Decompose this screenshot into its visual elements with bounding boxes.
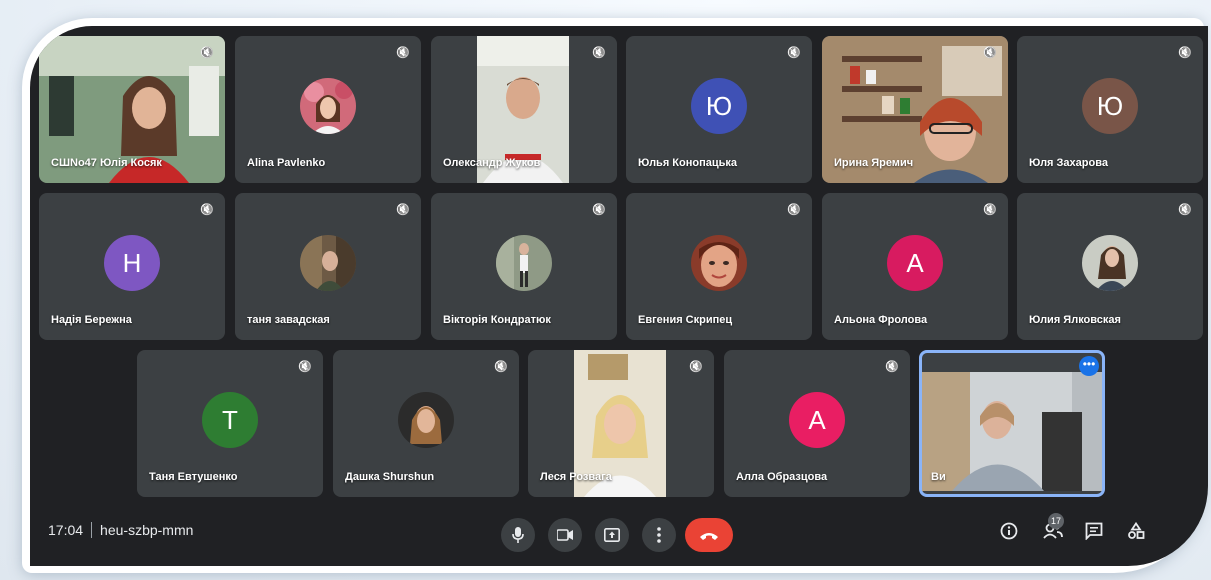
present-screen-icon	[604, 528, 620, 542]
participant-name: Юлья Конопацька	[638, 157, 737, 169]
participant-name: Леся Розвага	[540, 471, 612, 483]
participant-tile[interactable]: таня завадская	[235, 193, 421, 340]
camera-icon	[556, 529, 573, 541]
participant-name: Алла Образцова	[736, 471, 828, 483]
participant-avatar	[398, 392, 454, 448]
participant-avatar	[300, 235, 356, 291]
meeting-code: heu-szbp-mmn	[100, 522, 194, 538]
participant-name: Дашка Shurshun	[345, 471, 435, 483]
muted-mic-icon	[785, 200, 803, 218]
muted-mic-icon	[1176, 200, 1194, 218]
participant-avatar	[1082, 235, 1138, 291]
muted-mic-icon	[883, 357, 901, 375]
participant-tile[interactable]: Вікторія Кондратюк	[431, 193, 617, 340]
participant-count-badge: 17	[1048, 513, 1064, 529]
info-icon	[1000, 522, 1018, 540]
muted-mic-icon	[785, 43, 803, 61]
info-button[interactable]	[1000, 522, 1018, 545]
participant-tile[interactable]: Евгения Скрипец	[626, 193, 812, 340]
muted-mic-icon	[198, 43, 216, 61]
end-call-icon	[700, 533, 718, 540]
participant-tile[interactable]: Олександр Жуков	[431, 36, 617, 183]
muted-mic-icon	[590, 200, 608, 218]
meeting-details: 17:04 heu-szbp-mmn	[48, 522, 193, 538]
activities-icon	[1128, 521, 1145, 539]
participant-initial: Н	[104, 235, 160, 291]
camera-button[interactable]	[548, 518, 582, 552]
participant-name: Вікторія Кондратюк	[443, 314, 551, 326]
participant-name: Надія Бережна	[51, 314, 132, 326]
participant-tile[interactable]: Н Надія Бережна	[39, 193, 225, 340]
participant-tile[interactable]: А Алла Образцова	[724, 350, 910, 497]
muted-mic-icon	[492, 357, 510, 375]
end-call-button[interactable]	[685, 518, 733, 552]
participant-avatar	[496, 235, 552, 291]
muted-mic-icon	[981, 200, 999, 218]
participant-initial: Ю	[691, 78, 747, 134]
participant-tile[interactable]: Ю Юля Захарова	[1017, 36, 1203, 183]
chat-button[interactable]	[1085, 522, 1103, 545]
muted-mic-icon	[394, 200, 412, 218]
participant-name: таня завадская	[247, 314, 330, 326]
muted-mic-icon	[394, 43, 412, 61]
muted-mic-icon	[296, 357, 314, 375]
participant-tile[interactable]: Дашка Shurshun	[333, 350, 519, 497]
participant-tile[interactable]: Ю Юлья Конопацька	[626, 36, 812, 183]
participant-initial: Ю	[1082, 78, 1138, 134]
participant-tile[interactable]: Юлия Ялковская	[1017, 193, 1203, 340]
chat-icon	[1085, 522, 1103, 541]
participant-name: Alina Pavlenko	[247, 157, 326, 169]
microphone-icon	[512, 527, 524, 543]
more-options-icon	[657, 527, 661, 543]
participant-tile[interactable]: Alina Pavlenko	[235, 36, 421, 183]
activities-button[interactable]	[1127, 521, 1145, 545]
more-options-button[interactable]	[642, 518, 676, 552]
divider	[91, 522, 93, 538]
participant-tile[interactable]: Леся Розвага	[528, 350, 714, 497]
meeting-time: 17:04	[48, 522, 84, 538]
muted-mic-icon	[1176, 43, 1194, 61]
present-button[interactable]	[595, 518, 629, 552]
participant-name: Юля Захарова	[1029, 157, 1108, 169]
participant-name: Ви	[931, 471, 946, 483]
participant-name: Евгения Скрипец	[638, 314, 733, 326]
muted-mic-icon	[590, 43, 608, 61]
participant-initial: А	[789, 392, 845, 448]
participant-tile[interactable]: А Альона Фролова	[822, 193, 1008, 340]
self-video	[922, 372, 1102, 491]
participant-initial: Т	[202, 392, 258, 448]
microphone-button[interactable]	[501, 518, 535, 552]
meet-window: СШNo47 Юлія Косяк Alina Pavlenko Олекс	[30, 26, 1208, 566]
participant-name: СШNo47 Юлія Косяк	[51, 157, 162, 169]
participant-tile[interactable]: Ирина Яремич	[822, 36, 1008, 183]
participant-tile[interactable]: СШNo47 Юлія Косяк	[39, 36, 225, 183]
participant-name: Таня Евтушенко	[149, 471, 238, 483]
participant-tile[interactable]: Т Таня Евтушенко	[137, 350, 323, 497]
people-button[interactable]: 17	[1043, 513, 1064, 545]
participant-avatar	[691, 235, 747, 291]
meeting-controls-bar: 17:04 heu-szbp-mmn 17	[30, 502, 1208, 566]
muted-mic-icon	[981, 43, 999, 61]
participant-name: Ирина Яремич	[834, 157, 914, 169]
more-options-icon[interactable]: •••	[1079, 356, 1099, 376]
participant-name: Олександр Жуков	[443, 157, 541, 169]
participant-initial: А	[887, 235, 943, 291]
self-tile[interactable]: ••• Ви	[919, 350, 1105, 497]
muted-mic-icon	[198, 200, 216, 218]
participant-name: Альона Фролова	[834, 314, 928, 326]
muted-mic-icon	[687, 357, 705, 375]
participant-name: Юлия Ялковская	[1029, 314, 1121, 326]
participant-avatar	[300, 78, 356, 134]
